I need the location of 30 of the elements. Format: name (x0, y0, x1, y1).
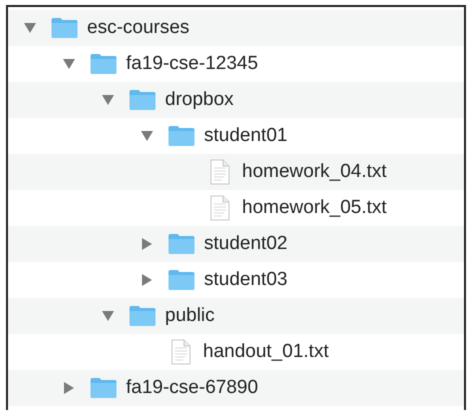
item-name[interactable]: dropbox (165, 89, 234, 111)
folder-icon (50, 17, 79, 39)
item-name[interactable]: handout_01.txt (203, 341, 329, 363)
disclosure-triangle-icon[interactable] (141, 274, 153, 286)
folder-icon (167, 269, 196, 291)
folder-icon (128, 305, 157, 327)
folder-icon (167, 125, 196, 147)
item-name[interactable]: student03 (204, 269, 288, 291)
item-name[interactable]: student02 (204, 233, 288, 255)
folder-icon (89, 53, 118, 75)
disclosure-triangle-icon[interactable] (24, 22, 36, 34)
disclosure-triangle-icon[interactable] (102, 94, 114, 106)
disclosure-triangle-icon[interactable] (63, 58, 75, 70)
disclosure-triangle-icon[interactable] (102, 310, 114, 322)
item-name[interactable]: fa19-cse-12345 (126, 53, 258, 75)
disclosure-triangle-icon[interactable] (141, 130, 153, 142)
document-icon (210, 195, 230, 221)
disclosure-triangle-icon[interactable] (63, 382, 75, 394)
folder-icon (89, 377, 118, 399)
disclosure-triangle-icon[interactable] (141, 238, 153, 250)
item-name[interactable]: homework_05.txt (242, 197, 387, 219)
item-name[interactable]: homework_04.txt (242, 161, 387, 183)
item-name[interactable]: student01 (204, 125, 288, 147)
document-icon (171, 339, 191, 365)
document-icon (210, 159, 230, 185)
folder-icon (167, 233, 196, 255)
item-name[interactable]: public (165, 305, 215, 327)
item-name[interactable]: esc-courses (87, 17, 190, 39)
folder-icon (128, 89, 157, 111)
item-name[interactable]: fa19-cse-67890 (126, 377, 258, 399)
